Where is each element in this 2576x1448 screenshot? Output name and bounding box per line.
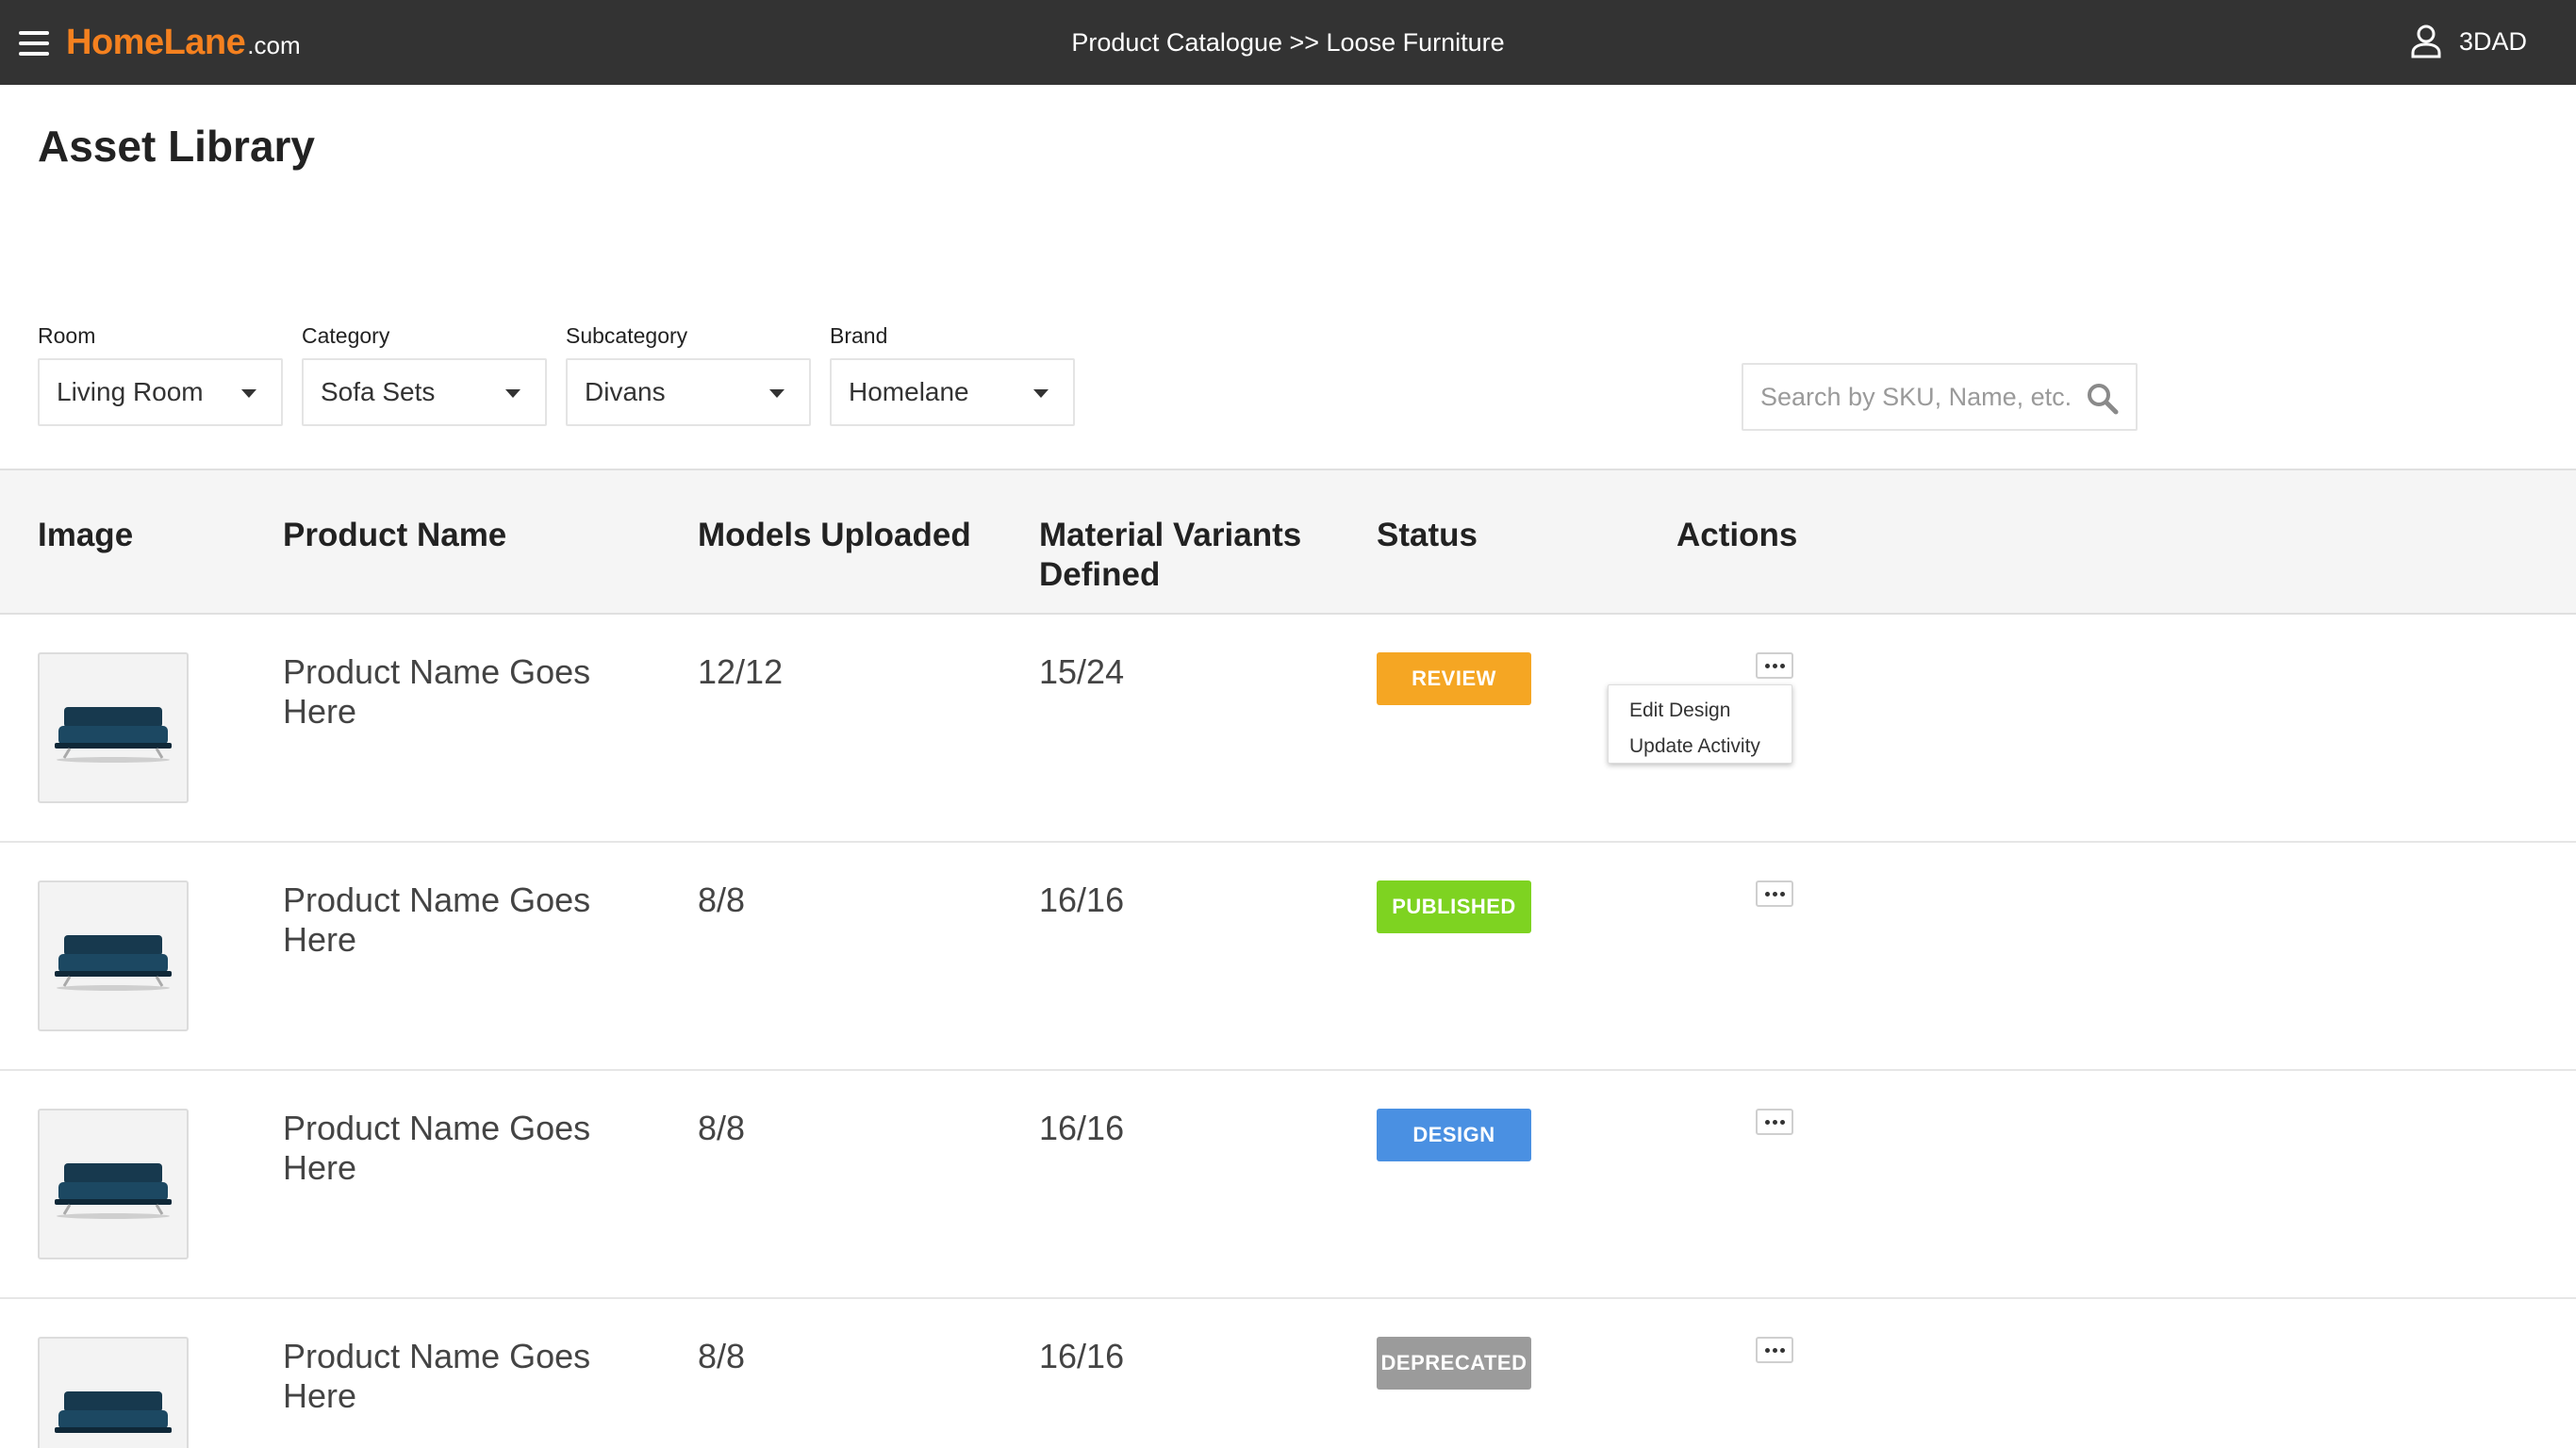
more-actions-button[interactable] (1756, 1337, 1793, 1363)
menu-item-edit-design[interactable]: Edit Design (1609, 693, 1792, 729)
column-header-models-uploaded: Models Uploaded (698, 517, 971, 553)
status-badge: REVIEW (1377, 652, 1531, 705)
more-horizontal-icon (1764, 1347, 1770, 1353)
subcategory-select[interactable]: Divans (566, 358, 811, 426)
product-thumbnail[interactable] (38, 1109, 189, 1259)
status-badge: DEPRECATED (1377, 1337, 1531, 1390)
category-filter: Category Sofa Sets (302, 323, 547, 426)
caret-down-icon (769, 389, 784, 398)
top-app-bar: HomeLane .com Product Catalogue >> Loose … (0, 0, 2576, 85)
table-row: Product Name Goes Here 8/8 16/16 DEPRECA… (0, 1299, 2576, 1448)
caret-down-icon (1033, 389, 1049, 398)
status-badge: PUBLISHED (1377, 880, 1531, 933)
material-variants: 15/24 (1039, 652, 1125, 691)
column-header-status: Status (1377, 517, 1478, 553)
table-row: Product Name Goes Here 12/12 15/24 REVIE… (0, 615, 2576, 843)
brand-filter-label: Brand (830, 323, 888, 348)
material-variants: 16/16 (1039, 1337, 1125, 1375)
product-thumbnail[interactable] (38, 880, 189, 1031)
models-uploaded: 8/8 (698, 1337, 746, 1375)
more-horizontal-icon (1764, 891, 1770, 897)
column-header-material-variants: Material Variants Defined (1039, 517, 1302, 593)
models-uploaded: 8/8 (698, 880, 746, 919)
models-uploaded: 12/12 (698, 652, 784, 691)
material-variants: 16/16 (1039, 880, 1125, 919)
category-filter-label: Category (302, 323, 390, 348)
sofa-image (55, 707, 172, 763)
brand-select-value: Homelane (849, 377, 969, 406)
material-variants: 16/16 (1039, 1109, 1125, 1147)
sofa-image (55, 1391, 172, 1433)
product-name[interactable]: Product Name Goes Here (283, 1109, 641, 1188)
search-input[interactable] (1743, 365, 2083, 429)
more-actions-button[interactable] (1756, 652, 1793, 679)
table-header: Image Product Name Models Uploaded Mater… (0, 469, 2576, 615)
product-name[interactable]: Product Name Goes Here (283, 880, 641, 960)
user-menu[interactable]: 3DAD (2410, 25, 2527, 58)
brand-filter: Brand Homelane (830, 323, 1075, 426)
search-box (1742, 363, 2138, 431)
user-name: 3DAD (2458, 26, 2527, 56)
more-actions-button[interactable] (1756, 880, 1793, 907)
actions-dropdown-menu: Edit Design Update Activity (1608, 684, 1792, 764)
models-uploaded: 8/8 (698, 1109, 746, 1147)
subcategory-filter-label: Subcategory (566, 323, 688, 348)
product-name[interactable]: Product Name Goes Here (283, 1337, 641, 1416)
more-actions-button[interactable] (1756, 1109, 1793, 1135)
product-name[interactable]: Product Name Goes Here (283, 652, 641, 732)
column-header-actions: Actions (1676, 517, 1798, 553)
product-thumbnail[interactable] (38, 652, 189, 803)
room-filter-label: Room (38, 323, 96, 348)
caret-down-icon (241, 389, 256, 398)
brand-select[interactable]: Homelane (830, 358, 1075, 426)
subcategory-filter: Subcategory Divans (566, 323, 811, 426)
menu-item-update-activity[interactable]: Update Activity (1609, 729, 1792, 765)
breadcrumb: Product Catalogue >> Loose Furniture (1071, 28, 1505, 57)
column-header-image: Image (38, 517, 134, 553)
sofa-image (55, 935, 172, 991)
sofa-image (55, 1163, 172, 1219)
category-select-value: Sofa Sets (321, 377, 436, 406)
page-title: Asset Library (38, 122, 316, 171)
search-icon[interactable] (2087, 383, 2119, 415)
room-filter: Room Living Room (38, 323, 283, 426)
caret-down-icon (505, 389, 520, 398)
room-select[interactable]: Living Room (38, 358, 283, 426)
product-thumbnail[interactable] (38, 1337, 189, 1448)
more-horizontal-icon (1764, 663, 1770, 668)
category-select[interactable]: Sofa Sets (302, 358, 547, 426)
more-horizontal-icon (1764, 1119, 1770, 1125)
column-header-product-name: Product Name (283, 517, 507, 553)
table-row: Product Name Goes Here 8/8 16/16 PUBLISH… (0, 843, 2576, 1071)
table-row: Product Name Goes Here 8/8 16/16 DESIGN (0, 1071, 2576, 1299)
status-badge: DESIGN (1377, 1109, 1531, 1161)
room-select-value: Living Room (57, 377, 204, 406)
subcategory-select-value: Divans (585, 377, 666, 406)
user-icon (2411, 25, 2441, 58)
